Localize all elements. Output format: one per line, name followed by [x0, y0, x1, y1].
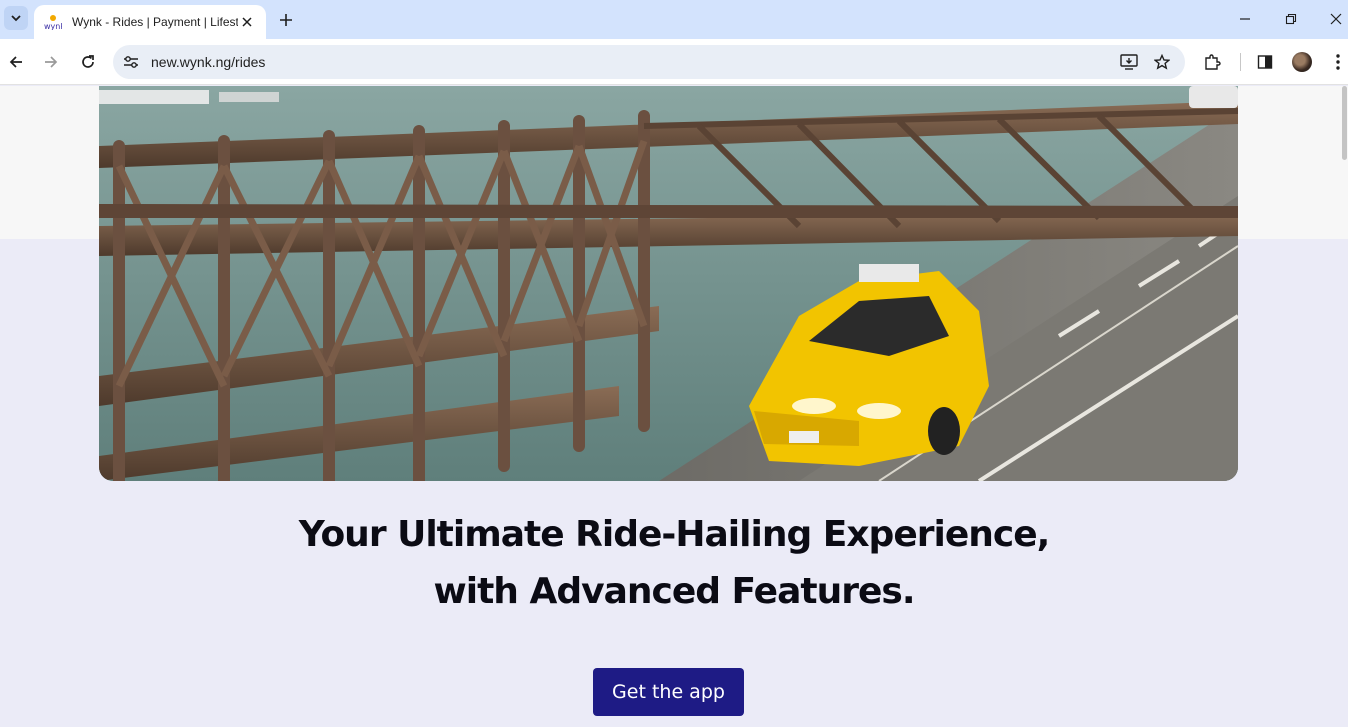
browser-toolbar: new.wynk.ng/rides [0, 39, 1348, 85]
restore-icon [1285, 13, 1297, 25]
active-tab[interactable]: wynk Wynk - Rides | Payment | Lifesty [34, 5, 266, 39]
page-scrollbar-thumb[interactable] [1342, 86, 1347, 160]
install-app-icon [1120, 54, 1138, 70]
tab-search-button[interactable] [4, 6, 28, 30]
tune-icon [124, 56, 138, 68]
reload-button[interactable] [76, 50, 100, 74]
url-text[interactable]: new.wynk.ng/rides [151, 54, 265, 70]
arrow-right-icon [45, 56, 58, 68]
wynk-logo-icon: wynk [44, 14, 65, 31]
forward-button[interactable] [39, 50, 63, 74]
reload-icon [82, 55, 94, 68]
side-panel-icon [1257, 55, 1273, 69]
chevron-down-icon [11, 15, 21, 22]
address-bar[interactable]: new.wynk.ng/rides [113, 45, 1185, 79]
install-app-button[interactable] [1119, 52, 1139, 72]
minimize-button[interactable] [1222, 0, 1268, 38]
puzzle-icon [1205, 54, 1221, 70]
arrow-left-icon [9, 56, 22, 68]
back-button[interactable] [4, 50, 28, 74]
new-tab-button[interactable] [274, 8, 298, 32]
toolbar-divider [1240, 53, 1241, 71]
get-the-app-button[interactable]: Get the app [593, 668, 744, 716]
page-content: Your Ultimate Ride-Hailing Experience, w… [0, 86, 1348, 727]
profile-avatar[interactable] [1292, 52, 1312, 72]
hero-headline-line-2: with Advanced Features. [433, 571, 916, 612]
plus-icon [280, 14, 292, 26]
minimize-icon [1240, 18, 1250, 20]
bridge-taxi-photo [99, 86, 1238, 481]
close-icon [242, 17, 252, 27]
close-icon [1330, 13, 1342, 25]
tab-title: Wynk - Rides | Payment | Lifesty [72, 15, 239, 29]
restore-button[interactable] [1268, 0, 1314, 38]
more-vertical-icon [1336, 54, 1340, 70]
star-icon [1154, 54, 1170, 70]
extensions-button[interactable] [1201, 51, 1223, 73]
bookmark-button[interactable] [1152, 52, 1172, 72]
svg-text:wynk: wynk [44, 22, 62, 30]
browser-menu-button[interactable] [1327, 51, 1348, 73]
hero-headline-line-1: Your Ultimate Ride-Hailing Experience, [298, 514, 1051, 555]
site-info-button[interactable] [121, 53, 141, 71]
browser-tab-strip: wynk Wynk - Rides | Payment | Lifesty [0, 0, 1348, 39]
side-panel-button[interactable] [1254, 51, 1276, 73]
tab-close-button[interactable] [238, 13, 256, 31]
close-window-button[interactable] [1313, 0, 1348, 38]
